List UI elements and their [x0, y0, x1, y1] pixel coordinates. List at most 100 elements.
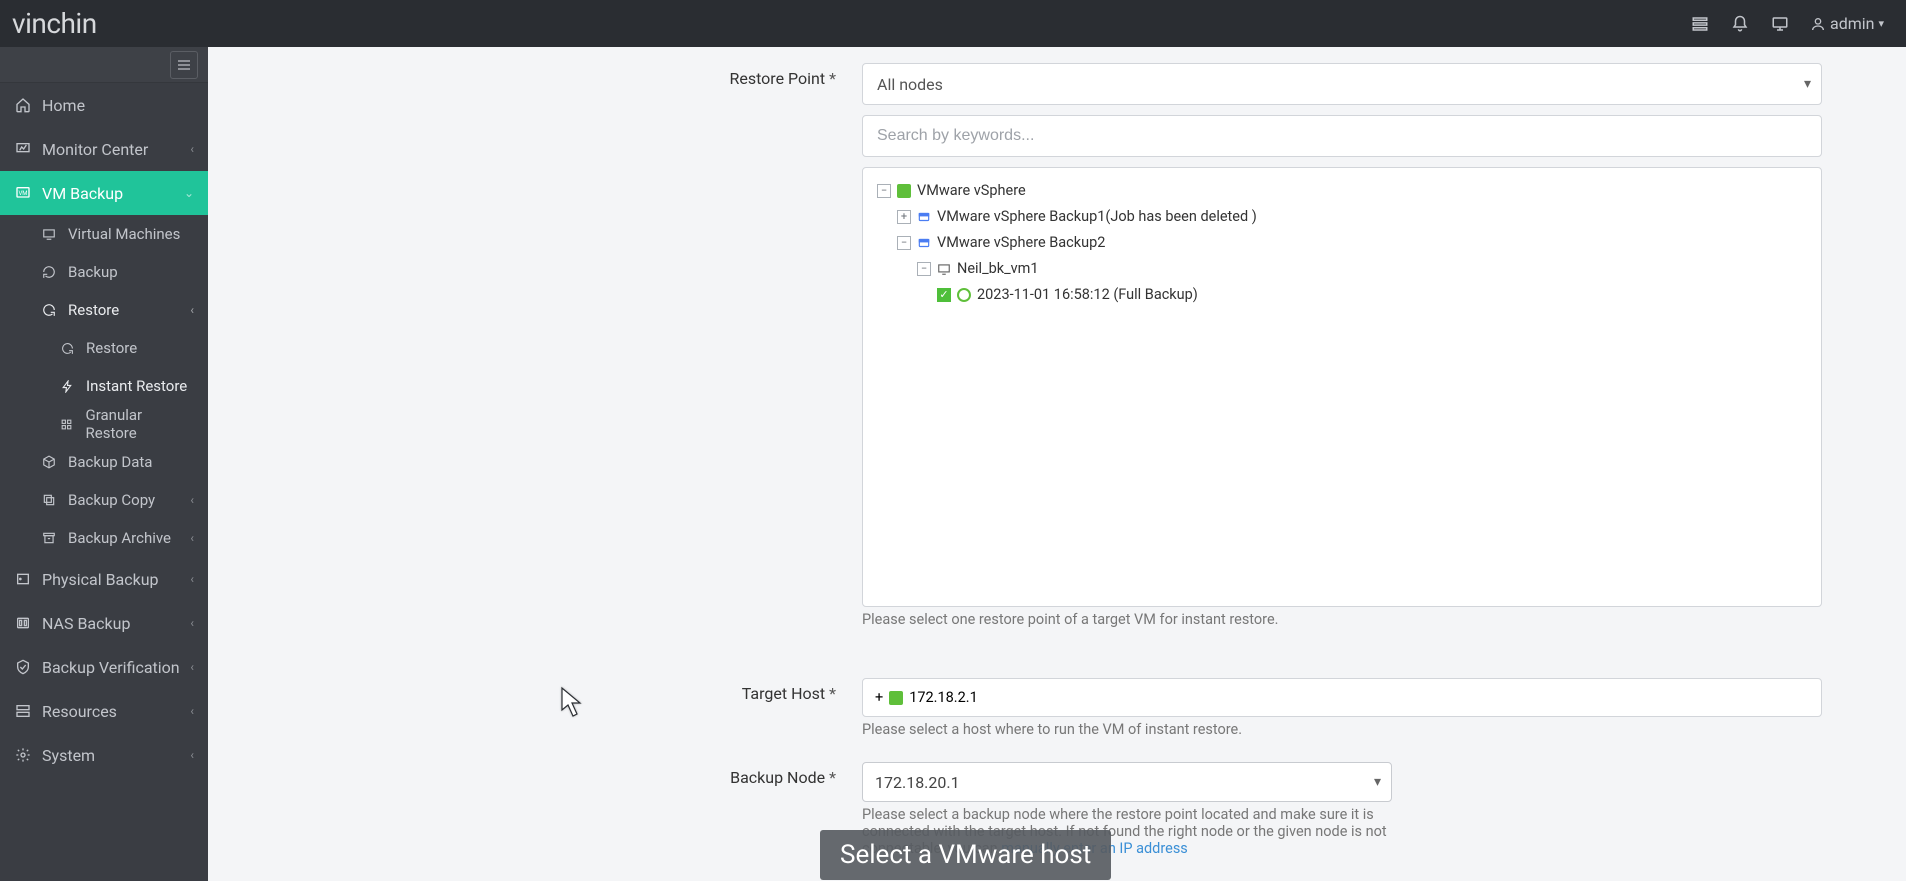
clock-icon [957, 288, 971, 302]
main-content: Restore Point* All nodes ▾ − VMware vSph… [208, 47, 1906, 881]
restore-icon [40, 301, 58, 319]
sidebar-item-nas-backup[interactable]: NAS Backup ‹ [0, 601, 208, 645]
vsphere-icon [897, 184, 911, 198]
chevron-down-icon: ‹ [190, 572, 194, 586]
collapse-icon[interactable]: − [877, 184, 891, 198]
sidebar-item-physical-backup[interactable]: Physical Backup ‹ [0, 557, 208, 601]
tree-node-vm1[interactable]: − Neil_bk_vm1 [877, 256, 1807, 282]
tree-label: 2023-11-01 16:58:12 (Full Backup) [977, 284, 1198, 306]
chevron-down-icon: ‹ [190, 493, 194, 507]
lightning-icon [58, 377, 76, 395]
sidebar-item-label: Backup Archive [68, 529, 171, 547]
sidebar-item-instant-restore[interactable]: Instant Restore [0, 367, 208, 405]
sidebar-item-label: NAS Backup [42, 614, 130, 633]
sidebar-collapse-button[interactable] [170, 51, 198, 79]
screen-icon[interactable] [1760, 4, 1800, 44]
sidebar-item-label: Backup Copy [68, 491, 155, 509]
sidebar-item-restore[interactable]: Restore ‹ [0, 291, 208, 329]
checkbox-checked-icon[interactable]: ✓ [937, 288, 951, 302]
vm-icon: VM [14, 184, 32, 202]
sidebar-item-restore-sub[interactable]: Restore [0, 329, 208, 367]
tree-node-vsphere[interactable]: − VMware vSphere [877, 178, 1807, 204]
collapse-icon[interactable]: − [917, 262, 931, 276]
logo: vinchin [12, 7, 97, 40]
vm-small-icon [937, 263, 951, 275]
expand-icon[interactable]: + [875, 689, 883, 706]
chevron-down-icon: ‹ [190, 142, 194, 156]
sidebar-item-label: Monitor Center [42, 140, 148, 159]
nas-icon [14, 614, 32, 632]
sidebar-item-label: Restore [68, 301, 119, 319]
sidebar-item-resources[interactable]: Resources ‹ [0, 689, 208, 733]
chevron-down-icon: ▾ [1804, 76, 1811, 92]
backup-node-label: Backup Node* [208, 762, 862, 787]
top-header: vinchin admin ▾ [0, 0, 1906, 47]
granular-icon [58, 415, 76, 433]
tree-node-job1[interactable]: + VMware vSphere Backup1(Job has been de… [877, 204, 1807, 230]
target-host-row[interactable]: + 172.18.2.1 [875, 689, 1809, 706]
sidebar-item-virtual-machines[interactable]: Virtual Machines [0, 215, 208, 253]
tree-label: VMware vSphere Backup2 [937, 232, 1105, 254]
user-menu[interactable]: admin ▾ [1800, 14, 1894, 33]
svg-text:VM: VM [18, 190, 27, 197]
backup-node-select[interactable]: 172.18.20.1 ▾ [862, 762, 1392, 802]
expand-icon[interactable]: + [897, 210, 911, 224]
tree-node-point1[interactable]: ✓ 2023-11-01 16:58:12 (Full Backup) [877, 282, 1807, 308]
copy-icon [40, 491, 58, 509]
sidebar-item-backup-data[interactable]: Backup Data [0, 443, 208, 481]
chevron-down-icon: ‹ [190, 704, 194, 718]
restore-point-help: Please select one restore point of a tar… [862, 607, 1822, 636]
tree-label: Neil_bk_vm1 [957, 258, 1039, 280]
cube-icon [40, 453, 58, 471]
restore-icon [58, 339, 76, 357]
sidebar-item-label: Resources [42, 702, 117, 721]
sidebar-item-label: Virtual Machines [68, 225, 180, 243]
resources-icon [14, 702, 32, 720]
target-host-value: 172.18.2.1 [909, 689, 978, 706]
chevron-down-icon: ⌄ [184, 186, 194, 200]
sidebar-item-backup-copy[interactable]: Backup Copy ‹ [0, 481, 208, 519]
restore-point-select[interactable]: All nodes ▾ [862, 63, 1822, 105]
monitor-icon [14, 140, 32, 158]
sidebar-item-label: VM Backup [42, 184, 123, 203]
tree-node-job2[interactable]: − VMware vSphere Backup2 [877, 230, 1807, 256]
chevron-down-icon: ‹ [190, 616, 194, 630]
user-name: admin [1830, 14, 1874, 33]
sidebar-toggle-row [0, 47, 208, 83]
sidebar-item-system[interactable]: System ‹ [0, 733, 208, 777]
chevron-down-icon: ‹ [190, 748, 194, 762]
bell-icon[interactable] [1720, 4, 1760, 44]
chevron-down-icon: ‹ [190, 303, 194, 317]
sidebar-item-vm-backup[interactable]: VM VM Backup ⌄ [0, 171, 208, 215]
sidebar-item-label: Backup Data [68, 453, 152, 471]
chevron-down-icon: ‹ [190, 660, 194, 674]
sidebar-item-label: Backup Verification [42, 658, 180, 677]
chevron-down-icon: ▾ [1374, 774, 1381, 790]
collapse-icon[interactable]: − [897, 236, 911, 250]
search-input[interactable] [862, 115, 1822, 157]
target-host-box[interactable]: + 172.18.2.1 [862, 678, 1822, 717]
sidebar-item-label: System [42, 746, 95, 765]
sidebar-item-label: Backup [68, 263, 118, 281]
sidebar-item-backup[interactable]: Backup [0, 253, 208, 291]
sidebar-item-monitor-center[interactable]: Monitor Center ‹ [0, 127, 208, 171]
sidebar-item-backup-archive[interactable]: Backup Archive ‹ [0, 519, 208, 557]
sidebar: Home Monitor Center ‹ VM VM Backup ⌄ Vir… [0, 47, 208, 881]
restore-point-label: Restore Point* [208, 63, 862, 88]
sidebar-item-label: Home [42, 96, 85, 115]
folder-icon [917, 210, 931, 224]
restore-point-tree[interactable]: − VMware vSphere + VMware vSphere Backup… [862, 167, 1822, 607]
archive-icon [40, 529, 58, 547]
folder-icon [917, 236, 931, 250]
physical-icon [14, 570, 32, 588]
list-icon[interactable] [1680, 4, 1720, 44]
system-icon [14, 746, 32, 764]
sidebar-item-label: Physical Backup [42, 570, 159, 589]
manual-ip-link[interactable]: manually enter an IP address [1001, 840, 1188, 857]
sidebar-item-backup-verification[interactable]: Backup Verification ‹ [0, 645, 208, 689]
sidebar-item-granular-restore[interactable]: Granular Restore [0, 405, 208, 443]
tree-label: VMware vSphere [917, 180, 1026, 202]
sidebar-item-label: Granular Restore [86, 406, 194, 442]
restore-point-value: All nodes [877, 75, 943, 94]
sidebar-item-home[interactable]: Home [0, 83, 208, 127]
